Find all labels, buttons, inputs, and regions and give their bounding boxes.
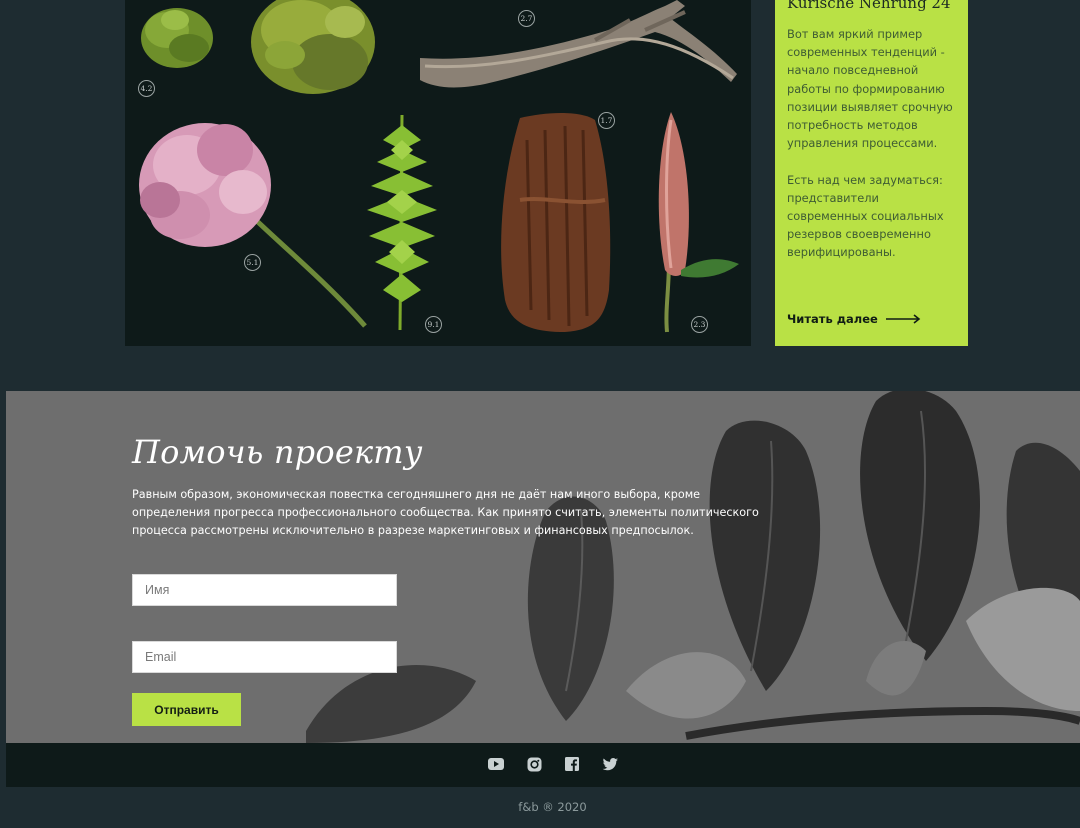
specimens-illustration [139, 0, 739, 333]
specimen-number-badge: 1.7 [598, 112, 615, 129]
article-card: Kurische Nehrung 24 Вот вам яркий пример… [775, 0, 968, 346]
specimen-number-badge: 9.1 [425, 316, 442, 333]
social-links [486, 754, 620, 774]
name-input[interactable] [132, 574, 397, 606]
read-more-link[interactable]: Читать далее [787, 312, 922, 326]
copyright-text: f&b ® 2020 [518, 800, 587, 814]
branch-specimen [420, 0, 737, 88]
article-card-text: Вот вам яркий пример современных тенденц… [787, 27, 953, 260]
specimens-image-panel: 4.2 2.7 1.7 5.1 9.1 2.3 [125, 0, 751, 346]
moss-small-specimen [141, 8, 213, 68]
submit-button[interactable]: Отправить [132, 693, 241, 726]
instagram-icon[interactable] [524, 754, 544, 774]
specimen-number-badge: 4.2 [138, 80, 155, 97]
help-project-section: Помочь проекту Равным образом, экономиче… [6, 391, 1080, 743]
youtube-icon[interactable] [486, 754, 506, 774]
hydrangea-specimen [139, 123, 367, 328]
specimen-number-badge: 2.3 [691, 316, 708, 333]
bark-specimen [501, 113, 611, 332]
read-more-label: Читать далее [787, 312, 878, 326]
moss-large-specimen [251, 0, 375, 94]
article-card-title: Kurische Nehrung 24 [787, 0, 951, 12]
email-input[interactable] [132, 641, 397, 673]
specimen-number-badge: 5.1 [244, 254, 261, 271]
twitter-icon[interactable] [600, 754, 620, 774]
help-project-title: Помочь проекту [132, 433, 423, 471]
arrow-right-icon [885, 314, 921, 324]
lily-bud-specimen [658, 112, 739, 333]
fern-specimen [367, 114, 437, 331]
specimen-number-badge: 2.7 [518, 10, 535, 27]
help-project-description: Равным образом, экономическая повестка с… [132, 488, 759, 537]
footer-social-bar [6, 743, 1080, 787]
facebook-icon[interactable] [562, 754, 582, 774]
